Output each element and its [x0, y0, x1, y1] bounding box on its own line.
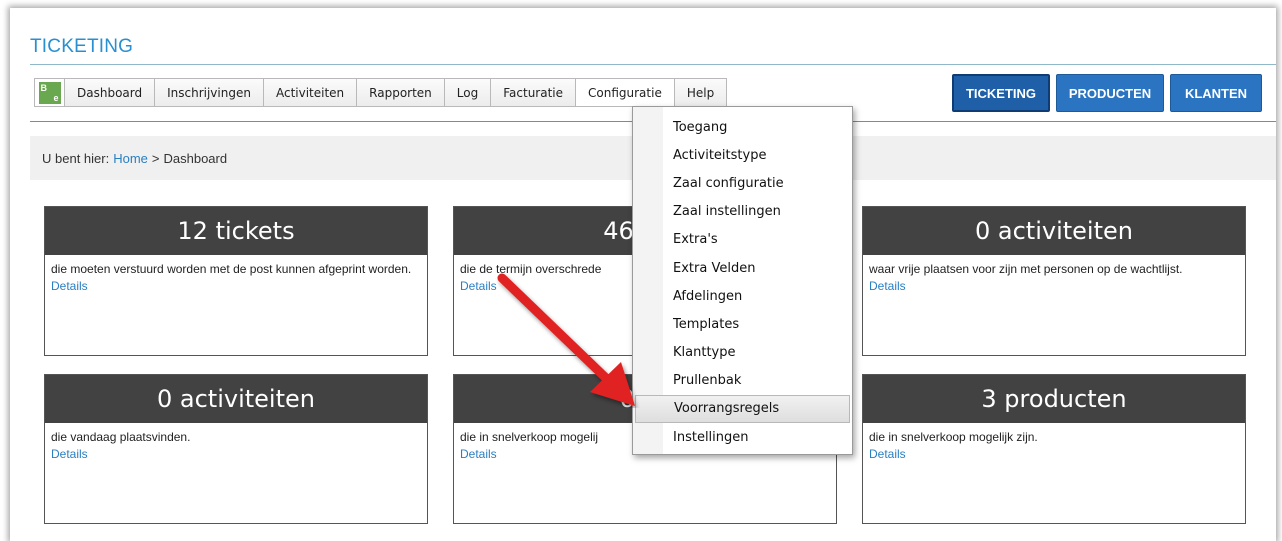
card-title: 12 tickets [45, 207, 427, 255]
producten-button[interactable]: PRODUCTEN [1056, 74, 1164, 112]
menu-item-activiteiten[interactable]: Activiteiten [263, 79, 358, 106]
dashboard-card: 12 tickets die moeten verstuurd worden m… [44, 206, 428, 356]
title-divider [30, 64, 1276, 65]
dashboard-card: 0 activiteiten die vandaag plaatsvinden.… [44, 374, 428, 524]
menu-item-inschrijvingen[interactable]: Inschrijvingen [155, 79, 264, 106]
dropdown-item-afdelingen[interactable]: Afdelingen [633, 282, 852, 310]
ticketing-button[interactable]: TICKETING [952, 74, 1050, 112]
dropdown-item-voorrangsregels[interactable]: Voorrangsregels [635, 394, 850, 424]
dropdown-item-extra-velden[interactable]: Extra Velden [633, 254, 852, 282]
klanten-button[interactable]: KLANTEN [1170, 74, 1262, 112]
card-text: die vandaag plaatsvinden. [51, 430, 191, 444]
module-switcher: TICKETING PRODUCTEN KLANTEN [952, 74, 1262, 112]
dropdown-item-zaal-instellingen[interactable]: Zaal instellingen [633, 198, 852, 226]
breadcrumb-separator: > [151, 150, 160, 166]
card-text: die de termijn overschrede [460, 262, 602, 276]
card-title: 0 activiteiten [863, 207, 1245, 255]
breadcrumb-prefix: U bent hier: [42, 150, 110, 166]
card-details-link[interactable]: Details [869, 278, 1239, 295]
menu-item-dashboard[interactable]: Dashboard [65, 79, 156, 106]
menu-item-log[interactable]: Log [444, 79, 492, 106]
card-title: 3 producten [863, 375, 1245, 423]
dropdown-item-activiteitstype[interactable]: Activiteitstype [633, 141, 852, 169]
card-details-link[interactable]: Details [51, 278, 421, 295]
app-title: TICKETING [30, 36, 134, 57]
menu-item-configuratie[interactable]: Configuratie [576, 79, 675, 106]
card-details-link[interactable]: Details [869, 446, 1239, 463]
breadcrumb-home-link[interactable]: Home [113, 151, 148, 166]
menu-item-rapporten[interactable]: Rapporten [357, 79, 445, 106]
dropdown-item-toegang[interactable]: Toegang [633, 113, 852, 141]
breadcrumb-current: Dashboard [163, 150, 228, 166]
dropdown-item-prullenbak[interactable]: Prullenbak [633, 367, 852, 395]
card-title: 0 activiteiten [45, 375, 427, 423]
card-text: waar vrije plaatsen voor zijn met person… [869, 262, 1183, 276]
card-text: die in snelverkoop mogelijk zijn. [869, 430, 1038, 444]
dropdown-item-instellingen[interactable]: Instellingen [633, 423, 852, 451]
card-text: die in snelverkoop mogelij [460, 430, 599, 444]
dropdown-item-klanttype[interactable]: Klanttype [633, 339, 852, 367]
card-text: die moeten verstuurd worden met de post … [51, 262, 412, 276]
app-window: TICKETING Be Dashboard Inschrijvingen Ac… [10, 8, 1276, 541]
logo-icon: Be [38, 81, 61, 104]
card-details-link[interactable]: Details [51, 446, 421, 463]
dropdown-item-zaal-configuratie[interactable]: Zaal configuratie [633, 169, 852, 197]
dashboard-card: 3 producten die in snelverkoop mogelijk … [862, 374, 1246, 524]
main-menu: Be Dashboard Inschrijvingen Activiteiten… [34, 78, 728, 107]
dropdown-item-extras[interactable]: Extra's [633, 226, 852, 254]
menu-item-help[interactable]: Help [674, 79, 727, 106]
dropdown-item-templates[interactable]: Templates [633, 310, 852, 338]
configuratie-dropdown-menu: Toegang Activiteitstype Zaal configurati… [632, 106, 853, 455]
dashboard-card: 0 activiteiten waar vrije plaatsen voor … [862, 206, 1246, 356]
app-logo[interactable]: Be [35, 79, 65, 106]
menu-item-facturatie[interactable]: Facturatie [491, 79, 577, 106]
